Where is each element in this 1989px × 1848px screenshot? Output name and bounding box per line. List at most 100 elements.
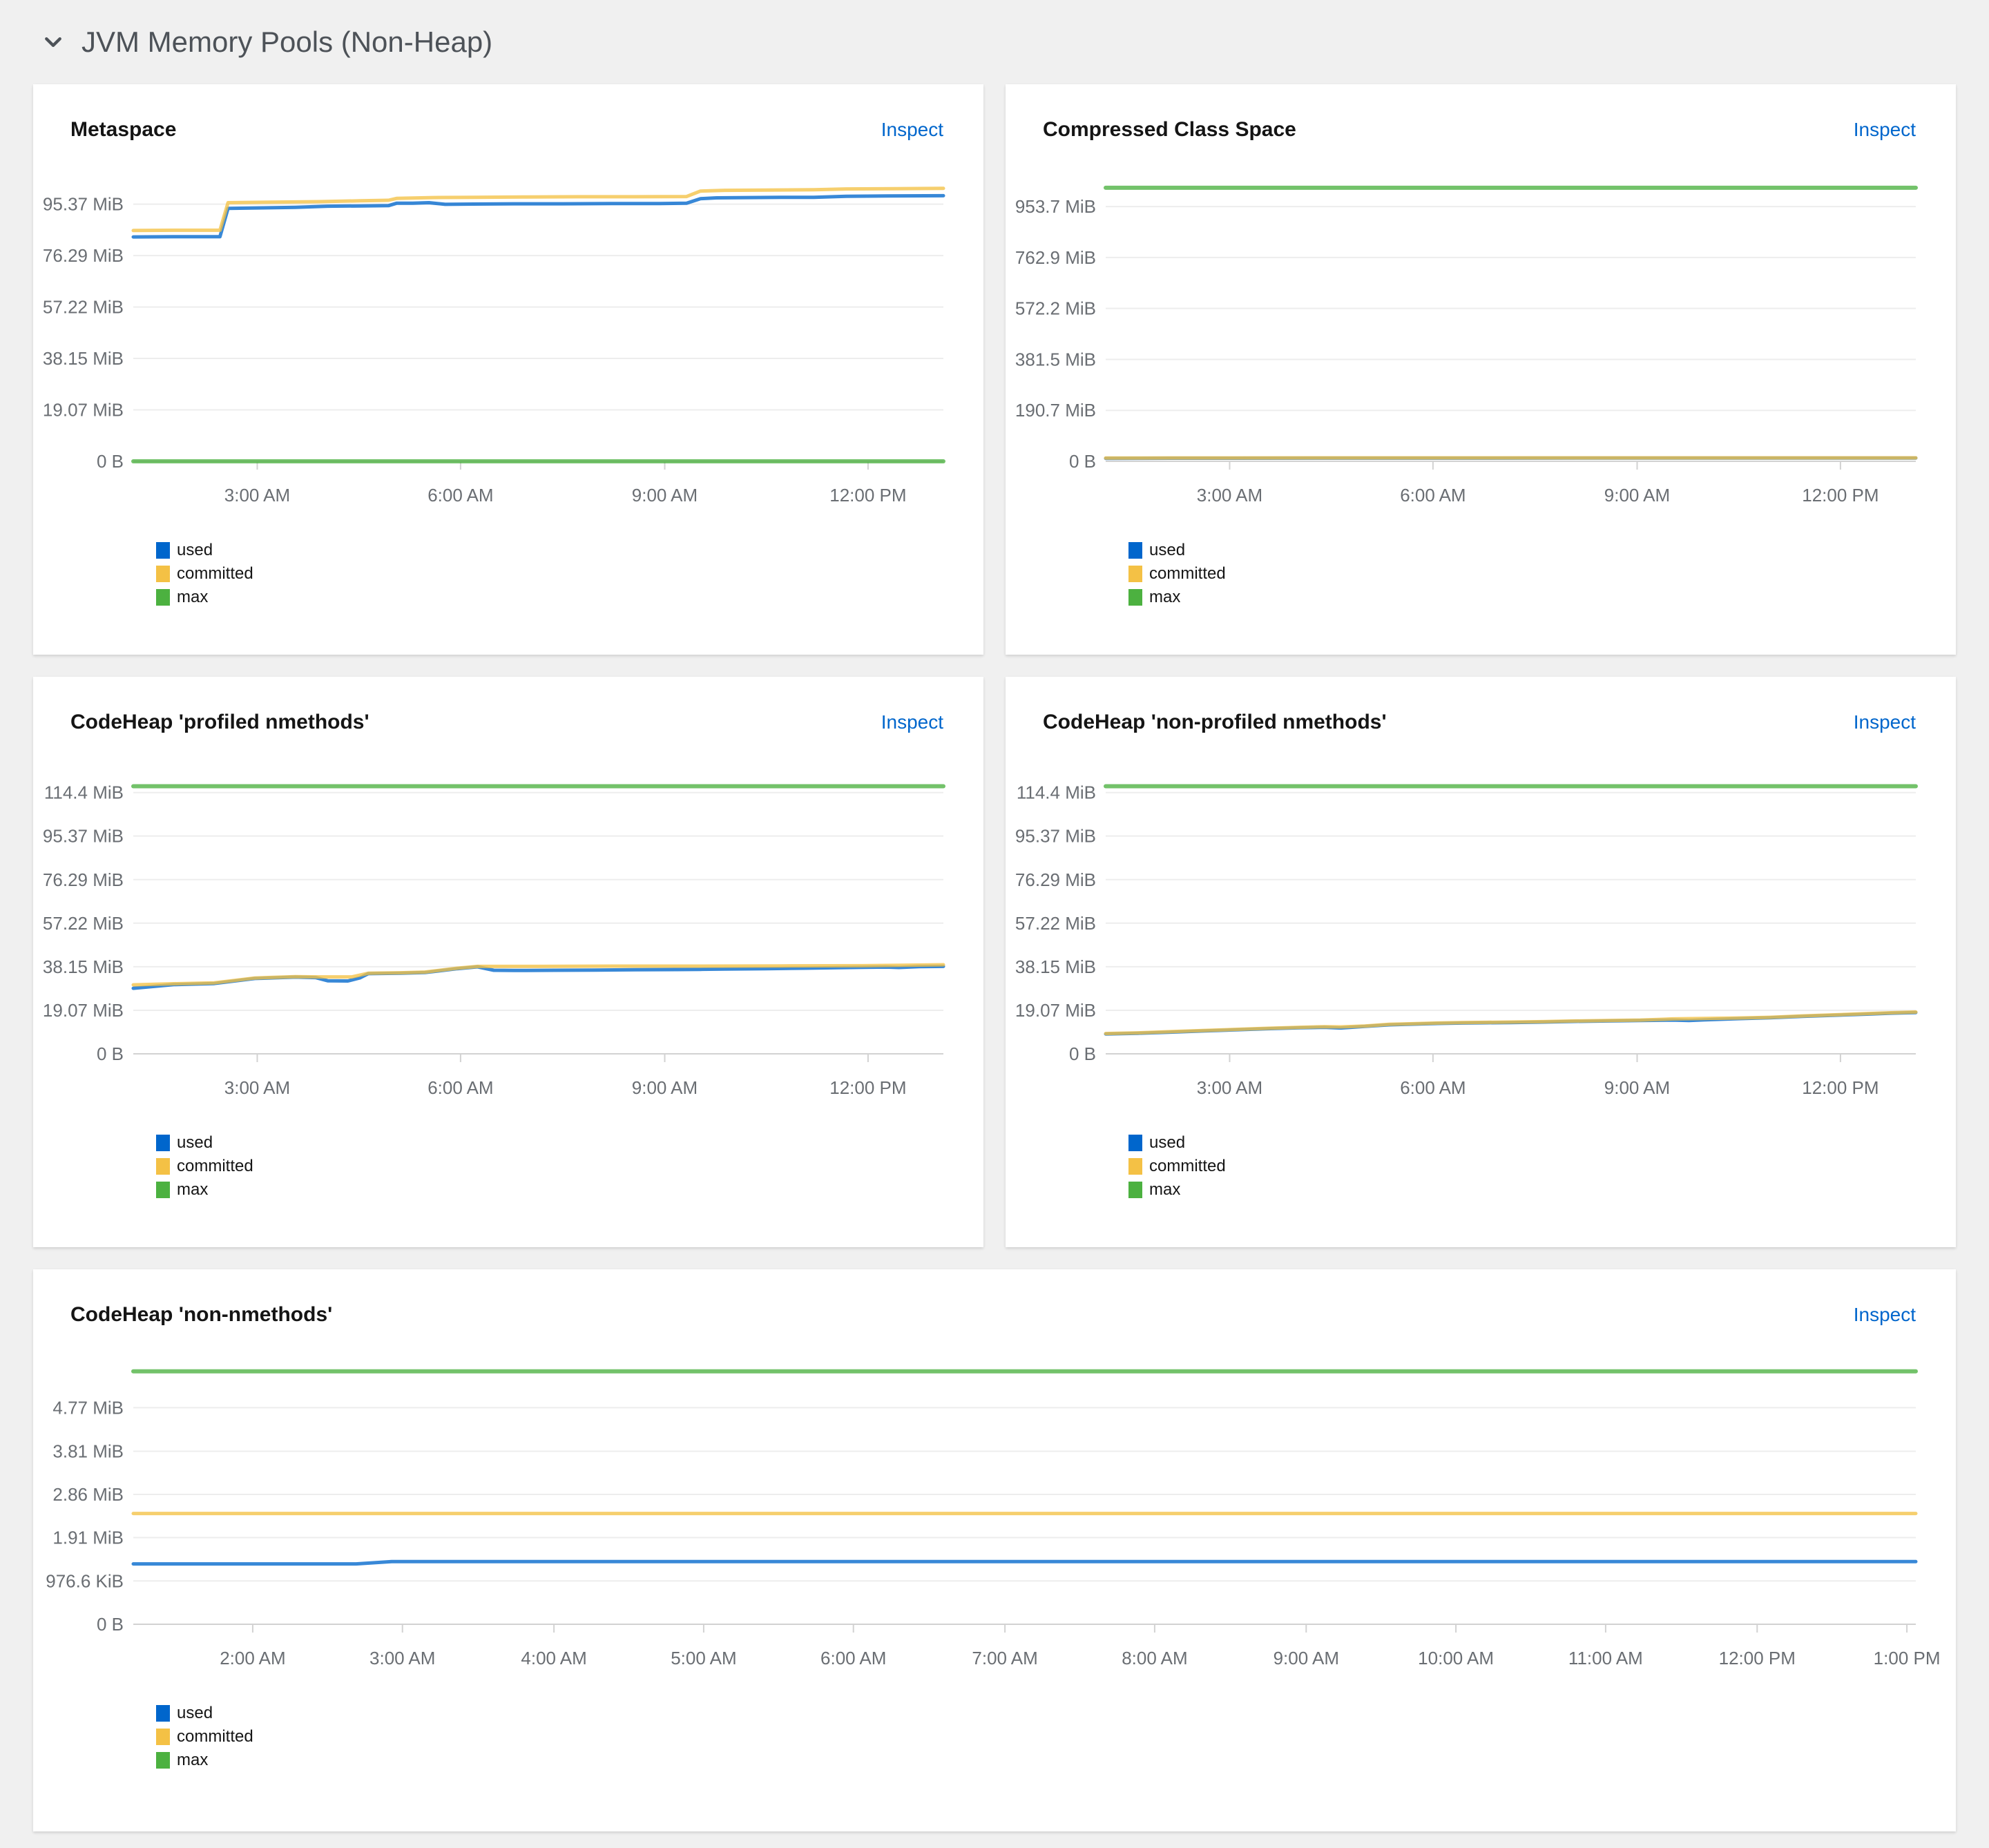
legend-item-committed: committed [1128,1155,1956,1178]
y-axis-tick-label: 114.4 MiB [1017,782,1096,803]
section-title: JVM Memory Pools (Non-Heap) [81,26,493,58]
legend-item-max: max [1128,1178,1956,1202]
legend-label: committed [177,564,253,583]
x-axis-tick-label: 9:00 AM [1604,485,1670,506]
chart-legend: used committed max [1128,1131,1956,1236]
y-axis-tick-label: 57.22 MiB [43,297,124,318]
x-axis-tick-label: 3:00 AM [224,485,290,506]
legend-swatch-max [156,1752,170,1769]
inspect-link[interactable]: Inspect [1854,1304,1916,1326]
legend-item-max: max [156,1178,983,1202]
y-axis-tick-label: 38.15 MiB [43,348,124,369]
x-axis-tick-label: 9:00 AM [632,485,698,506]
y-axis-tick-label: 38.15 MiB [1015,956,1096,977]
legend-item-used: used [1128,1131,1956,1155]
legend-label: used [177,1133,213,1152]
y-axis-tick-label: 0 B [97,1043,124,1064]
legend-item-used: used [1128,539,1956,562]
legend-swatch-used [1128,542,1142,559]
chart-title: CodeHeap 'non-profiled nmethods' [1043,711,1387,733]
x-axis-tick-label: 7:00 AM [972,1648,1037,1668]
legend-swatch-max [1128,589,1142,606]
legend-label: max [1149,1180,1181,1199]
y-axis-tick-label: 3.81 MiB [52,1441,124,1462]
legend-label: used [177,541,213,559]
y-axis-tick-label: 0 B [1069,451,1096,472]
x-axis-tick-label: 11:00 AM [1568,1648,1643,1668]
y-axis-tick-label: 381.5 MiB [1015,349,1096,369]
x-axis-tick-label: 12:00 PM [1719,1648,1796,1668]
x-axis-tick-label: 8:00 AM [1122,1648,1187,1668]
chart-plot-codeheap-profiled: 114.4 MiB 95.37 MiB 76.29 MiB 57.22 MiB 38.1… [33,761,983,1117]
legend-item-committed: committed [156,1725,1956,1749]
legend-label: committed [177,1157,253,1175]
x-axis-tick-label: 12:00 PM [829,1077,906,1098]
chart-legend: used committed max [156,1131,983,1236]
line-chart-svg: 114.4 MiB 95.37 MiB 76.29 MiB 57.22 MiB 38.1… [43,782,945,1098]
x-axis-tick-label: 12:00 PM [1802,1077,1879,1098]
legend-label: committed [1149,564,1226,583]
legend-label: max [177,1180,209,1199]
legend-swatch-committed [156,1158,170,1175]
chart-card-metaspace: Metaspace Inspect 95.37 MiB 76.29 MiB 57.2… [33,84,983,655]
y-axis-tick-label: 57.22 MiB [1015,913,1096,934]
chart-title: Metaspace [70,118,177,141]
y-axis-tick-label: 0 B [97,1614,124,1635]
legend-swatch-max [1128,1182,1142,1198]
chart-plot-codeheap-non-profiled: 114.4 MiB 95.37 MiB 76.29 MiB 57.22 MiB 38.1… [1006,761,1956,1117]
y-axis-tick-label: 762.9 MiB [1015,247,1096,268]
legend-item-committed: committed [156,1155,983,1178]
legend-label: committed [177,1727,253,1746]
legend-swatch-committed [1128,566,1142,582]
jvm-memory-pools-section: JVM Memory Pools (Non-Heap) Metaspace In… [0,0,1989,1831]
chart-plot-compressed-class-space: 953.7 MiB 762.9 MiB 572.2 MiB 381.5 MiB 190.… [1006,169,1956,525]
section-toggle[interactable]: JVM Memory Pools (Non-Heap) [33,0,1956,84]
x-axis-tick-label: 6:00 AM [1400,485,1466,506]
y-axis-tick-label: 1.91 MiB [52,1527,124,1548]
y-axis-tick-label: 2.86 MiB [52,1484,124,1505]
y-axis-tick-label: 19.07 MiB [1015,1000,1096,1021]
chart-legend: used committed max [1128,539,1956,644]
legend-item-max: max [156,586,983,609]
x-axis-tick-label: 9:00 AM [1604,1077,1670,1098]
legend-label: max [1149,588,1181,606]
legend-swatch-used [156,542,170,559]
x-axis-tick-label: 1:00 PM [1874,1648,1941,1668]
chart-legend: used committed max [156,1702,1956,1807]
x-axis-tick-label: 2:00 AM [220,1648,285,1668]
legend-item-committed: committed [1128,562,1956,586]
legend-label: committed [1149,1157,1226,1175]
legend-swatch-committed [156,1729,170,1745]
inspect-link[interactable]: Inspect [881,119,943,141]
x-axis-tick-label: 4:00 AM [521,1648,586,1668]
legend-swatch-max [156,1182,170,1198]
y-axis-tick-label: 76.29 MiB [43,245,124,266]
y-axis-tick-label: 57.22 MiB [43,913,124,934]
y-axis-tick-label: 95.37 MiB [43,194,124,215]
legend-swatch-used [1128,1135,1142,1151]
x-axis-tick-label: 6:00 AM [1400,1077,1466,1098]
inspect-link[interactable]: Inspect [1854,119,1916,141]
legend-label: max [177,1751,209,1769]
inspect-link[interactable]: Inspect [1854,711,1916,733]
chart-card-codeheap-profiled: CodeHeap 'profiled nmethods' Inspect 114… [33,677,983,1247]
chart-plot-metaspace: 95.37 MiB 76.29 MiB 57.22 MiB 38.15 MiB 19.0… [33,169,983,525]
y-axis-tick-label: 0 B [1069,1043,1096,1064]
y-axis-tick-label: 114.4 MiB [44,782,124,803]
x-axis-tick-label: 3:00 AM [1197,485,1262,506]
line-chart-svg: 114.4 MiB 95.37 MiB 76.29 MiB 57.22 MiB 38.1… [1015,782,1918,1098]
y-axis-tick-label: 190.7 MiB [1015,400,1096,421]
x-axis-tick-label: 6:00 AM [427,485,493,506]
legend-swatch-used [156,1135,170,1151]
chart-card-codeheap-non-nmethods: CodeHeap 'non-nmethods' Inspect 4.77 MiB… [33,1269,1956,1831]
x-axis-tick-label: 9:00 AM [1274,1648,1339,1668]
x-axis-tick-label: 5:00 AM [671,1648,736,1668]
line-chart-svg: 953.7 MiB 762.9 MiB 572.2 MiB 381.5 MiB 190.… [1015,185,1918,506]
x-axis-tick-label: 10:00 AM [1418,1648,1494,1668]
legend-swatch-used [156,1705,170,1722]
angle-down-icon [45,37,61,48]
inspect-link[interactable]: Inspect [881,711,943,733]
x-axis-tick-label: 6:00 AM [427,1077,493,1098]
legend-label: used [177,1704,213,1722]
x-axis-tick-label: 12:00 PM [1802,485,1879,506]
